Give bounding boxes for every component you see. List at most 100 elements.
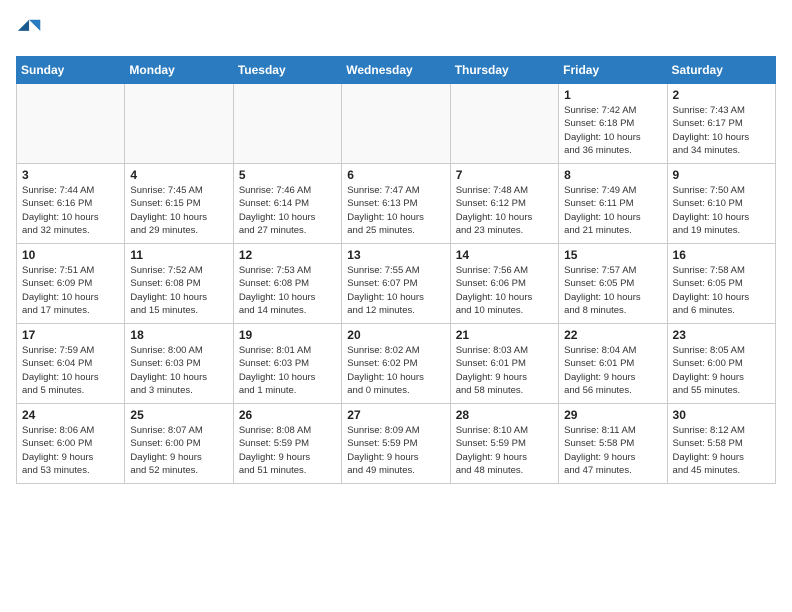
day-number: 5: [239, 168, 336, 182]
calendar-cell: [342, 84, 450, 164]
calendar-cell: 5Sunrise: 7:46 AM Sunset: 6:14 PM Daylig…: [233, 164, 341, 244]
day-number: 14: [456, 248, 553, 262]
calendar-cell: 1 Sunrise: 7:42 AM Sunset: 6:18 PM Daylig…: [559, 84, 667, 164]
calendar-cell: 16 Sunrise: 7:58 AM Sunset: 6:05 PM Dayli…: [667, 244, 775, 324]
calendar-cell: 22 Sunrise: 8:04 AM Sunset: 6:01 PM Dayli…: [559, 324, 667, 404]
day-number: 9: [673, 168, 770, 182]
day-number: 19: [239, 328, 336, 342]
calendar-body: 1 Sunrise: 7:42 AM Sunset: 6:18 PM Daylig…: [17, 84, 776, 484]
day-number: 20: [347, 328, 444, 342]
calendar-cell: 30 Sunrise: 8:12 AM Sunset: 5:58 PM Dayli…: [667, 404, 775, 484]
cell-info: Sunrise: 8:07 AM Sunset: 6:00 PM Dayligh…: [130, 424, 227, 477]
logo: [16, 16, 48, 44]
day-number: 27: [347, 408, 444, 422]
cell-info: Sunrise: 7:48 AM Sunset: 6:12 PM Dayligh…: [456, 184, 553, 237]
calendar-cell: 18 Sunrise: 8:00 AM Sunset: 6:03 PM Dayli…: [125, 324, 233, 404]
cell-info: Sunrise: 7:49 AM Sunset: 6:11 PM Dayligh…: [564, 184, 661, 237]
calendar-cell: 2Sunrise: 7:43 AM Sunset: 6:17 PM Daylig…: [667, 84, 775, 164]
logo-icon: [16, 16, 44, 44]
cell-info: Sunrise: 7:56 AM Sunset: 6:06 PM Dayligh…: [456, 264, 553, 317]
day-number: 12: [239, 248, 336, 262]
calendar-cell: [125, 84, 233, 164]
page-header: [16, 16, 776, 44]
cell-info: Sunrise: 8:09 AM Sunset: 5:59 PM Dayligh…: [347, 424, 444, 477]
day-number: 29: [564, 408, 661, 422]
cell-info: Sunrise: 7:45 AM Sunset: 6:15 PM Dayligh…: [130, 184, 227, 237]
cell-info: Sunrise: 8:00 AM Sunset: 6:03 PM Dayligh…: [130, 344, 227, 397]
day-number: 10: [22, 248, 119, 262]
calendar-cell: 8 Sunrise: 7:49 AM Sunset: 6:11 PM Daylig…: [559, 164, 667, 244]
calendar-cell: 20 Sunrise: 8:02 AM Sunset: 6:02 PM Dayli…: [342, 324, 450, 404]
weekday-header: Thursday: [450, 57, 558, 84]
calendar-cell: 3 Sunrise: 7:44 AM Sunset: 6:16 PM Daylig…: [17, 164, 125, 244]
calendar-cell: 15Sunrise: 7:57 AM Sunset: 6:05 PM Dayli…: [559, 244, 667, 324]
calendar-cell: 13 Sunrise: 7:55 AM Sunset: 6:07 PM Dayli…: [342, 244, 450, 324]
day-number: 3: [22, 168, 119, 182]
day-number: 23: [673, 328, 770, 342]
calendar-cell: 7 Sunrise: 7:48 AM Sunset: 6:12 PM Daylig…: [450, 164, 558, 244]
day-number: 22: [564, 328, 661, 342]
cell-info: Sunrise: 8:02 AM Sunset: 6:02 PM Dayligh…: [347, 344, 444, 397]
cell-info: Sunrise: 7:44 AM Sunset: 6:16 PM Dayligh…: [22, 184, 119, 237]
weekday-header: Tuesday: [233, 57, 341, 84]
cell-info: Sunrise: 8:12 AM Sunset: 5:58 PM Dayligh…: [673, 424, 770, 477]
calendar-cell: 21 Sunrise: 8:03 AM Sunset: 6:01 PM Dayli…: [450, 324, 558, 404]
calendar-cell: 14 Sunrise: 7:56 AM Sunset: 6:06 PM Dayli…: [450, 244, 558, 324]
calendar-cell: 17 Sunrise: 7:59 AM Sunset: 6:04 PM Dayli…: [17, 324, 125, 404]
calendar-cell: 28 Sunrise: 8:10 AM Sunset: 5:59 PM Dayli…: [450, 404, 558, 484]
cell-info: Sunrise: 7:42 AM Sunset: 6:18 PM Dayligh…: [564, 104, 661, 157]
day-number: 21: [456, 328, 553, 342]
calendar-week-row: 10 Sunrise: 7:51 AM Sunset: 6:09 PM Dayli…: [17, 244, 776, 324]
cell-info: Sunrise: 8:06 AM Sunset: 6:00 PM Dayligh…: [22, 424, 119, 477]
calendar-week-row: 24 Sunrise: 8:06 AM Sunset: 6:00 PM Dayli…: [17, 404, 776, 484]
day-number: 17: [22, 328, 119, 342]
calendar-cell: 6 Sunrise: 7:47 AM Sunset: 6:13 PM Daylig…: [342, 164, 450, 244]
day-number: 11: [130, 248, 227, 262]
day-number: 7: [456, 168, 553, 182]
calendar-cell: 25Sunrise: 8:07 AM Sunset: 6:00 PM Dayli…: [125, 404, 233, 484]
calendar-week-row: 1 Sunrise: 7:42 AM Sunset: 6:18 PM Daylig…: [17, 84, 776, 164]
calendar-cell: 19 Sunrise: 8:01 AM Sunset: 6:03 PM Dayli…: [233, 324, 341, 404]
calendar-week-row: 3 Sunrise: 7:44 AM Sunset: 6:16 PM Daylig…: [17, 164, 776, 244]
weekday-header: Sunday: [17, 57, 125, 84]
calendar-cell: 11Sunrise: 7:52 AM Sunset: 6:08 PM Dayli…: [125, 244, 233, 324]
cell-info: Sunrise: 7:59 AM Sunset: 6:04 PM Dayligh…: [22, 344, 119, 397]
day-number: 30: [673, 408, 770, 422]
cell-info: Sunrise: 8:05 AM Sunset: 6:00 PM Dayligh…: [673, 344, 770, 397]
day-number: 24: [22, 408, 119, 422]
calendar-cell: 26 Sunrise: 8:08 AM Sunset: 5:59 PM Dayli…: [233, 404, 341, 484]
calendar-cell: [450, 84, 558, 164]
calendar-week-row: 17 Sunrise: 7:59 AM Sunset: 6:04 PM Dayli…: [17, 324, 776, 404]
cell-info: Sunrise: 7:58 AM Sunset: 6:05 PM Dayligh…: [673, 264, 770, 317]
day-number: 28: [456, 408, 553, 422]
cell-info: Sunrise: 7:47 AM Sunset: 6:13 PM Dayligh…: [347, 184, 444, 237]
day-number: 8: [564, 168, 661, 182]
day-number: 13: [347, 248, 444, 262]
day-number: 4: [130, 168, 227, 182]
day-number: 1: [564, 88, 661, 102]
day-number: 16: [673, 248, 770, 262]
cell-info: Sunrise: 7:43 AM Sunset: 6:17 PM Dayligh…: [673, 104, 770, 157]
cell-info: Sunrise: 8:08 AM Sunset: 5:59 PM Dayligh…: [239, 424, 336, 477]
day-number: 26: [239, 408, 336, 422]
calendar-table: SundayMondayTuesdayWednesdayThursdayFrid…: [16, 56, 776, 484]
calendar-cell: [233, 84, 341, 164]
cell-info: Sunrise: 8:04 AM Sunset: 6:01 PM Dayligh…: [564, 344, 661, 397]
cell-info: Sunrise: 7:55 AM Sunset: 6:07 PM Dayligh…: [347, 264, 444, 317]
cell-info: Sunrise: 8:10 AM Sunset: 5:59 PM Dayligh…: [456, 424, 553, 477]
weekday-header: Monday: [125, 57, 233, 84]
cell-info: Sunrise: 8:01 AM Sunset: 6:03 PM Dayligh…: [239, 344, 336, 397]
weekday-header: Friday: [559, 57, 667, 84]
cell-info: Sunrise: 8:11 AM Sunset: 5:58 PM Dayligh…: [564, 424, 661, 477]
day-number: 6: [347, 168, 444, 182]
calendar-cell: 29 Sunrise: 8:11 AM Sunset: 5:58 PM Dayli…: [559, 404, 667, 484]
calendar-cell: 24 Sunrise: 8:06 AM Sunset: 6:00 PM Dayli…: [17, 404, 125, 484]
calendar-cell: 23 Sunrise: 8:05 AM Sunset: 6:00 PM Dayli…: [667, 324, 775, 404]
calendar-cell: 27 Sunrise: 8:09 AM Sunset: 5:59 PM Dayli…: [342, 404, 450, 484]
calendar-cell: 12Sunrise: 7:53 AM Sunset: 6:08 PM Dayli…: [233, 244, 341, 324]
day-number: 18: [130, 328, 227, 342]
cell-info: Sunrise: 8:03 AM Sunset: 6:01 PM Dayligh…: [456, 344, 553, 397]
calendar-cell: 4 Sunrise: 7:45 AM Sunset: 6:15 PM Daylig…: [125, 164, 233, 244]
cell-info: Sunrise: 7:50 AM Sunset: 6:10 PM Dayligh…: [673, 184, 770, 237]
cell-info: Sunrise: 7:51 AM Sunset: 6:09 PM Dayligh…: [22, 264, 119, 317]
